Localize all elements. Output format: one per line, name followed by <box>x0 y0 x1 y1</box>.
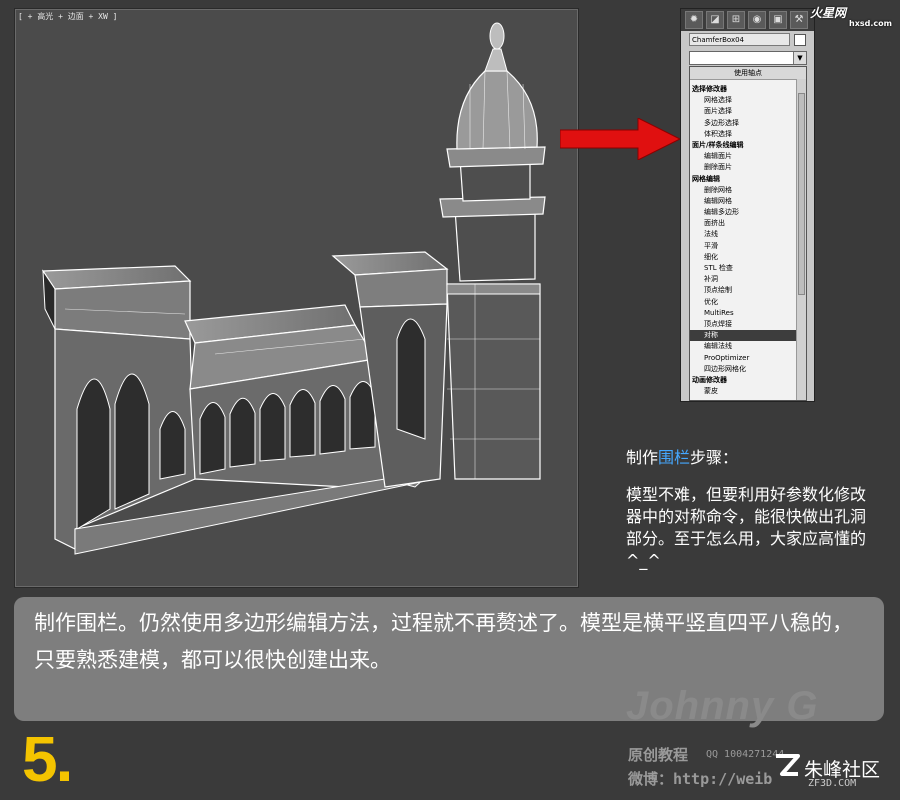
chevron-down-icon[interactable]: ▼ <box>793 52 806 64</box>
modifier-item[interactable]: 网格选择 <box>690 95 806 106</box>
modifier-list: 选择修改器 网格选择 面片选择 多边形选择 体积选择 面片/样条线编辑 编辑面片 删除面片 网格… <box>690 84 806 397</box>
modifier-item[interactable]: 细化 <box>690 252 806 263</box>
modifier-item[interactable]: MultiRes <box>690 308 806 319</box>
modifier-list-select[interactable]: ▼ <box>689 51 807 65</box>
command-panel: ✹ ◪ ⊞ ◉ ▣ ⚒ ChamferBox04 ▼ 使用轴点 选择修改器 网格选… <box>680 8 815 402</box>
scrollbar-thumb[interactable] <box>798 93 805 295</box>
author-subtitle: 原创教程 <box>628 746 689 764</box>
site-watermark: 火星网 hxsd.com <box>810 4 898 28</box>
modifier-item[interactable]: 面挤出 <box>690 218 806 229</box>
title-highlight: 围栏 <box>658 448 691 467</box>
modifier-item[interactable]: STL 检查 <box>690 263 806 274</box>
modifier-item[interactable]: 删除面片 <box>690 162 806 173</box>
modifier-item[interactable]: 对称 <box>690 330 797 342</box>
castle-fence-wireframe-model <box>41 22 546 555</box>
hierarchy-tab-icon[interactable]: ⊞ <box>727 11 745 29</box>
create-tab-icon[interactable]: ✹ <box>685 11 703 29</box>
author-signature: Johnny G <box>626 684 819 728</box>
modifier-item[interactable]: 平滑 <box>690 241 806 252</box>
modifier-item[interactable]: 删除网格 <box>690 185 806 196</box>
modifier-item[interactable]: 多边形选择 <box>690 118 806 129</box>
modifier-item[interactable]: 顶点焊接 <box>690 319 806 330</box>
modifier-item[interactable]: 编辑网格 <box>690 196 806 207</box>
modifier-item[interactable]: 蒙皮 <box>690 386 806 397</box>
watermark-name: 火星网 <box>810 6 847 20</box>
modifier-item[interactable]: 体积选择 <box>690 129 806 140</box>
motion-tab-icon[interactable]: ◉ <box>748 11 766 29</box>
modifier-item[interactable]: 法线 <box>690 229 806 240</box>
modifier-item[interactable]: 四边形网格化 <box>690 364 806 375</box>
display-tab-icon[interactable]: ▣ <box>769 11 787 29</box>
pointer-arrow-icon <box>560 118 682 160</box>
modifier-item[interactable]: 编辑法线 <box>690 341 806 352</box>
modifier-item[interactable]: 编辑面片 <box>690 151 806 162</box>
utility-tab-icon[interactable]: ⚒ <box>790 11 808 29</box>
modifier-category[interactable]: 面片/样条线编辑 <box>690 140 806 151</box>
community-url: ZF3D.COM <box>808 778 857 789</box>
modifier-category[interactable]: 动画修改器 <box>690 375 806 386</box>
command-panel-tabs: ✹ ◪ ⊞ ◉ ▣ ⚒ <box>681 9 814 31</box>
side-note-body: 模型不难，但要利用好参数化修改器中的对称命令，能很快做出孔洞部分。至于怎么用，大… <box>626 485 867 570</box>
modify-tab-icon[interactable]: ◪ <box>706 11 724 29</box>
modifier-item[interactable]: 优化 <box>690 297 806 308</box>
object-color-swatch[interactable] <box>794 33 806 46</box>
dropdown-header[interactable]: 使用轴点 <box>690 67 806 80</box>
object-name-input[interactable]: ChamferBox04 <box>689 33 790 46</box>
description-text: 制作围栏。仍然使用多边形编辑方法，过程就不再赘述了。模型是横平竖直四平八稳的，只… <box>34 611 853 672</box>
zf-logo-icon <box>776 754 800 776</box>
modifier-category[interactable]: 选择修改器 <box>690 84 806 95</box>
dropdown-scrollbar[interactable] <box>796 79 806 400</box>
title-pre: 制作 <box>626 448 659 467</box>
modifier-dropdown[interactable]: 使用轴点 选择修改器 网格选择 面片选择 多边形选择 体积选择 面片/样条线编辑 编辑面片删… <box>689 66 807 401</box>
title-post: 步骤： <box>690 448 739 467</box>
watermark-url: hxsd.com <box>849 19 892 28</box>
modifier-item[interactable]: 顶点绘制 <box>690 285 806 296</box>
modifier-item[interactable]: ProOptimizer <box>690 353 806 364</box>
step-number: 5. <box>22 723 73 795</box>
modifier-item[interactable]: 面片选择 <box>690 106 806 117</box>
modifier-category[interactable]: 网格编辑 <box>690 174 806 185</box>
modifier-item[interactable]: 编辑多边形 <box>690 207 806 218</box>
modifier-item[interactable]: 补洞 <box>690 274 806 285</box>
author-weibo: 微博：http://weib <box>628 770 773 788</box>
side-note-title: 制作围栏步骤： <box>626 444 738 468</box>
viewport[interactable]: [ + 高光 + 边面 + XW ] <box>14 8 579 588</box>
